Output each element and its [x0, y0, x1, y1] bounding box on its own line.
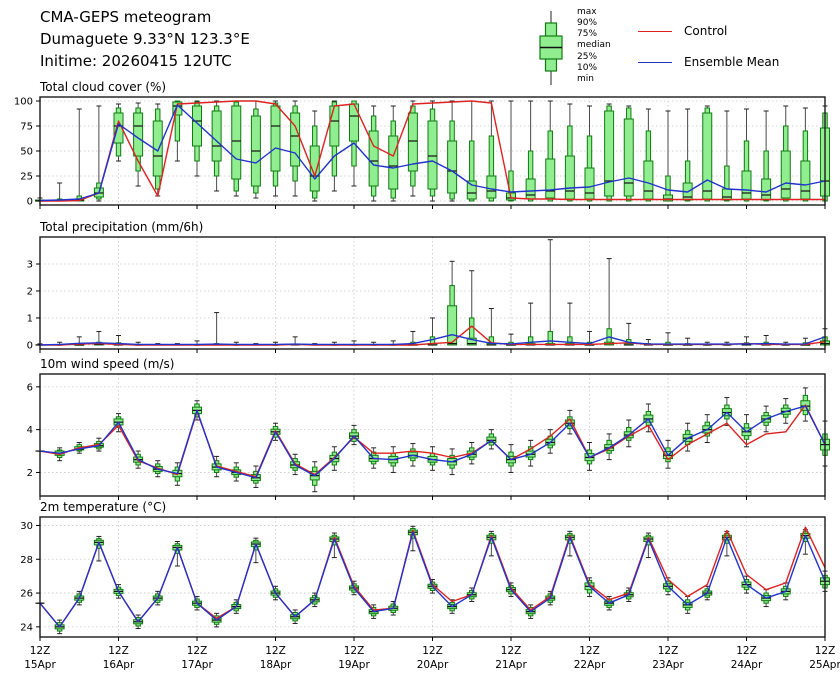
xtick-utc-label: 12Z — [501, 645, 522, 657]
precip-ytick-label: 0 — [27, 340, 33, 351]
box-legend-25: 25% — [577, 53, 611, 62]
box-whisker-legend: max 90% 75% median 25% 10% min — [533, 8, 611, 88]
ensemble-mean-legend-row: Ensemble Mean — [638, 55, 779, 69]
xtick-date-label: 24Apr — [731, 659, 763, 671]
wind-axes: 2 4 6 — [27, 382, 825, 500]
xtick-utc-label: 12Z — [579, 645, 600, 657]
precip-ytick-label: 3 — [27, 259, 33, 270]
wind-ytick-label: 2 — [27, 468, 33, 479]
wind-ytick-label: 6 — [27, 382, 33, 393]
control-line-swatch — [638, 31, 672, 32]
xtick-utc-label: 12Z — [658, 645, 679, 657]
xtick-utc-label: 12Z — [815, 645, 836, 657]
xtick-date-label: 20Apr — [417, 659, 449, 671]
temp-ytick-label: 30 — [20, 521, 33, 532]
temp-gridlines — [40, 517, 825, 637]
figure-initime: Initime: 20260415 12UTC — [40, 50, 250, 72]
meteogram-figure: Total cloud cover (%) 0 25 50 75 100 Total pre… — [0, 0, 840, 680]
x-axis-labels: 12Z 15Apr 12Z 16Apr 12Z 17Apr 12Z 18Apr 12Z 19Apr… — [24, 645, 840, 671]
xtick-date-label: 22Apr — [574, 659, 606, 671]
precip-panel: Total precipitation (mm/6h) 0 1 2 3 — [27, 220, 830, 353]
cloud-ytick-label: 25 — [20, 172, 33, 183]
wind-ytick-label: 4 — [27, 425, 33, 436]
box-legend-min: min — [577, 75, 611, 84]
line-legend: Control Ensemble Mean — [638, 24, 779, 69]
temp-ytick-label: 24 — [20, 622, 33, 633]
xtick-date-label: 17Apr — [181, 659, 213, 671]
meteogram-chart: Total cloud cover (%) 0 25 50 75 100 Total pre… — [0, 0, 840, 680]
title-block: CMA-GEPS meteogram Dumaguete 9.33°N 123.… — [40, 6, 250, 72]
temp-panel-title: 2m temperature (°C) — [40, 500, 166, 514]
xtick-date-label: 18Apr — [260, 659, 292, 671]
ensemble-mean-legend-label: Ensemble Mean — [684, 55, 779, 69]
box-whisker-icon — [533, 8, 569, 88]
temp-ytick-label: 26 — [20, 589, 33, 600]
precip-panel-title: Total precipitation (mm/6h) — [39, 220, 203, 234]
xtick-date-label: 21Apr — [495, 659, 527, 671]
precip-ytick-label: 2 — [27, 286, 33, 297]
xtick-utc-label: 12Z — [422, 645, 443, 657]
ensemble-mean-line-swatch — [638, 62, 672, 63]
figure-location: Dumaguete 9.33°N 123.3°E — [40, 28, 250, 50]
xtick-date-label: 16Apr — [103, 659, 135, 671]
cloud-ytick-label: 100 — [14, 97, 33, 108]
precip-axes: 0 1 2 3 — [27, 259, 825, 353]
wind-panel: 10m wind speed (m/s) 2 4 6 — [27, 357, 830, 500]
cloud-panel: Total cloud cover (%) 0 25 50 75 100 — [14, 80, 830, 209]
xtick-utc-label: 12Z — [108, 645, 129, 657]
xtick-date-label: 15Apr — [24, 659, 56, 671]
control-legend-row: Control — [638, 24, 779, 38]
box-legend-max: max — [577, 8, 611, 17]
xtick-date-label: 19Apr — [338, 659, 370, 671]
figure-title: CMA-GEPS meteogram — [40, 6, 250, 28]
cloud-boxplots — [36, 101, 830, 201]
cloud-panel-title: Total cloud cover (%) — [39, 80, 166, 94]
xtick-utc-label: 12Z — [344, 645, 365, 657]
xtick-utc-label: 12Z — [265, 645, 286, 657]
cloud-ytick-label: 50 — [20, 147, 33, 158]
precip-ytick-label: 1 — [27, 313, 33, 324]
xtick-date-label: 25Apr — [809, 659, 840, 671]
wind-panel-title: 10m wind speed (m/s) — [40, 357, 174, 371]
box-legend-median: median — [577, 41, 611, 50]
box-legend-10: 10% — [577, 64, 611, 73]
precip-boxplots — [36, 240, 830, 346]
xtick-utc-label: 12Z — [736, 645, 757, 657]
box-legend-90: 90% — [577, 19, 611, 28]
cloud-ytick-label: 0 — [27, 197, 33, 208]
temp-ytick-label: 28 — [20, 555, 33, 566]
xtick-date-label: 23Apr — [652, 659, 684, 671]
box-legend-75: 75% — [577, 30, 611, 39]
box-legend-labels: max 90% 75% median 25% 10% min — [577, 8, 611, 84]
xtick-utc-label: 12Z — [30, 645, 51, 657]
control-legend-label: Control — [684, 24, 727, 38]
xtick-utc-label: 12Z — [187, 645, 208, 657]
temp-panel: 2m temperature (°C) 24 26 28 30 — [20, 500, 829, 641]
cloud-ytick-label: 75 — [20, 122, 33, 133]
